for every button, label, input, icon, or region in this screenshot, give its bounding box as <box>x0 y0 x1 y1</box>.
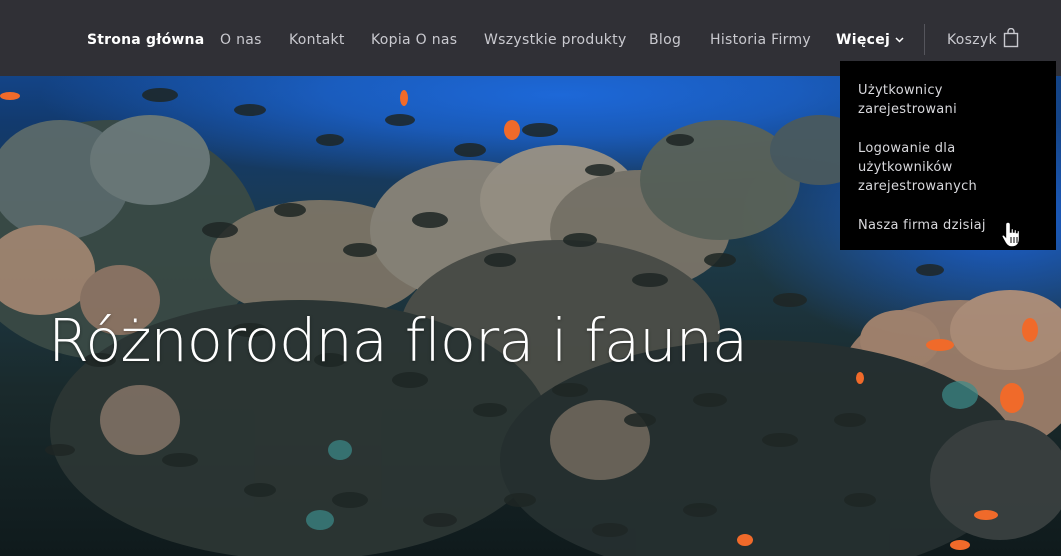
nav-more-label: Więcej <box>836 32 891 48</box>
nav-more[interactable]: Więcej <box>836 30 904 50</box>
nav-about-copy[interactable]: Kopia O nas <box>371 30 457 50</box>
nav-about[interactable]: O nas <box>220 30 262 50</box>
nav-all-products[interactable]: Wszystkie produkty <box>484 30 627 50</box>
nav-contact[interactable]: Kontakt <box>289 30 345 50</box>
chevron-down-icon <box>895 37 904 43</box>
nav-divider <box>924 24 925 55</box>
dropdown-item-login-registered[interactable]: Logowanie dla użytkowników zarejestrowan… <box>858 139 1043 196</box>
dropdown-item-registered-users[interactable]: Użytkownicy zarejestrowani <box>858 81 1043 119</box>
hand-pointer-cursor-icon <box>1001 221 1021 248</box>
shopping-bag-icon[interactable] <box>1003 28 1019 48</box>
nav-blog[interactable]: Blog <box>649 30 681 50</box>
nav-company-history[interactable]: Historia Firmy <box>710 30 811 50</box>
nav-home[interactable]: Strona główna <box>87 30 204 50</box>
hero-title: Różnorodna flora i fauna <box>48 306 748 375</box>
nav-cart[interactable]: Koszyk <box>947 30 997 50</box>
